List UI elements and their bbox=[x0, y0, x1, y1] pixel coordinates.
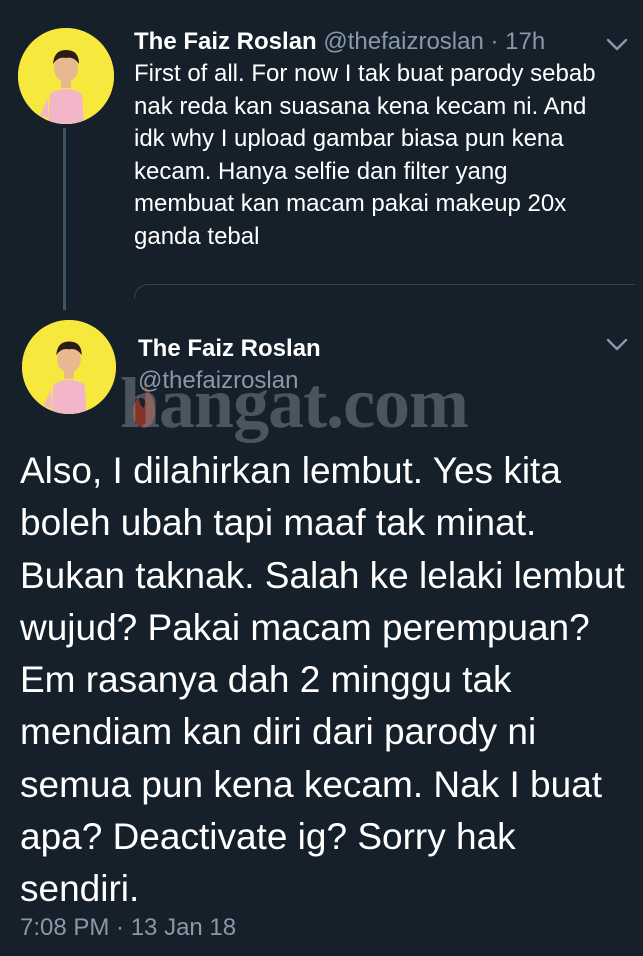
tweet1-separator: · bbox=[490, 28, 499, 55]
tweet2-text: Also, I dilahirkan lembut. Yes kita bole… bbox=[20, 450, 625, 910]
chevron-down-icon[interactable] bbox=[606, 38, 628, 52]
tweet1-header: The Faiz Roslan @thefaizroslan · 17h bbox=[134, 27, 545, 57]
tweet1-time[interactable]: 17h bbox=[505, 28, 545, 55]
thread-line bbox=[63, 128, 66, 310]
tweet2-author-name[interactable]: The Faiz Roslan bbox=[138, 334, 321, 364]
avatar[interactable] bbox=[22, 320, 116, 414]
tweet1-text: First of all. For now I tak buat parody … bbox=[134, 60, 596, 250]
tweet1-author-handle[interactable]: @thefaizroslan bbox=[323, 28, 483, 55]
avatar-photo bbox=[18, 28, 114, 124]
avatar[interactable] bbox=[18, 28, 114, 124]
chevron-down-icon[interactable] bbox=[606, 338, 628, 352]
tweet2-author-handle[interactable]: @thefaizroslan bbox=[138, 366, 298, 396]
avatar-photo bbox=[22, 320, 116, 414]
quote-card-edge bbox=[134, 284, 635, 299]
tweet2-timestamp[interactable]: 7:08 PM · 13 Jan 18 bbox=[20, 912, 236, 944]
tweet1-author-name[interactable]: The Faiz Roslan bbox=[134, 28, 317, 55]
